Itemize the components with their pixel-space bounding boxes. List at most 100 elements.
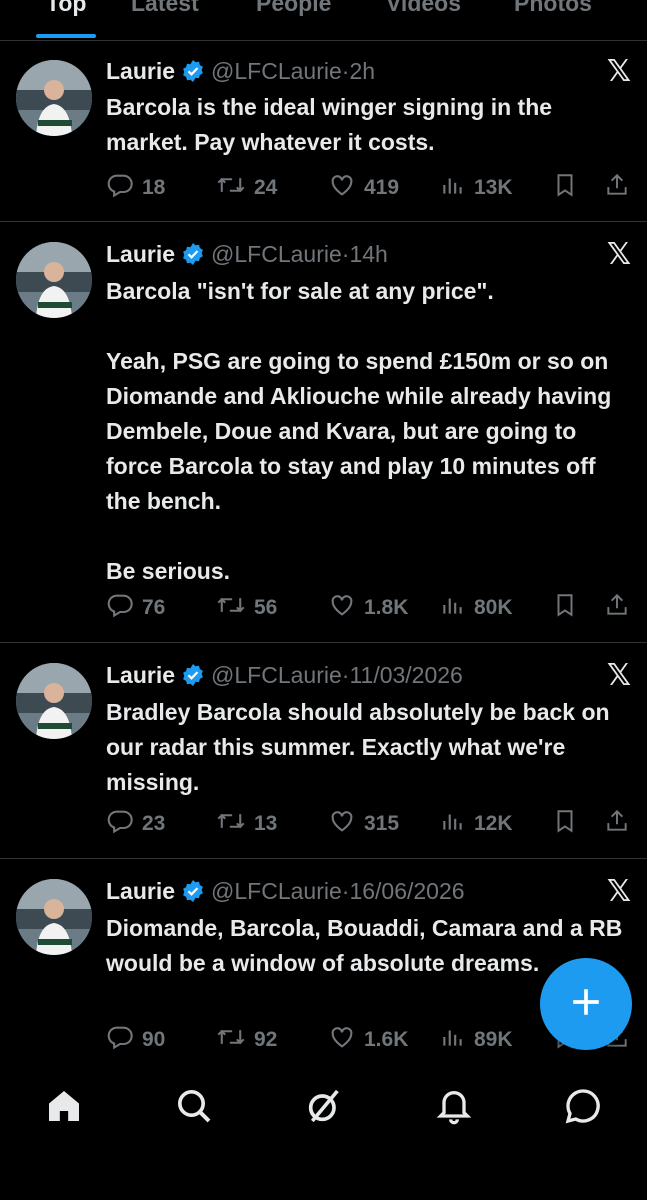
author-handle[interactable]: @LFCLaurie: [211, 878, 342, 904]
bell-icon: [434, 1091, 474, 1130]
tweet-header: Laurie @LFCLaurie·2h: [106, 57, 375, 89]
retweet-count: 56: [254, 596, 278, 619]
tweet[interactable]: Laurie @LFCLaurie·11/03/2026 𝕏 Bradley Ba…: [0, 643, 647, 859]
views-button[interactable]: 12K: [440, 807, 513, 841]
tweet-text: Barcola is the ideal winger signing in t…: [106, 94, 559, 155]
reply-count: 18: [142, 176, 166, 199]
tweet[interactable]: Laurie @LFCLaurie·14h 𝕏 Barcola "isn't fo…: [0, 222, 647, 643]
retweet-button[interactable]: 92: [216, 1023, 277, 1057]
retweet-icon: [216, 591, 254, 625]
nav-notifications[interactable]: [434, 1086, 474, 1131]
heart-icon: [328, 591, 364, 625]
author-name[interactable]: Laurie: [106, 58, 175, 84]
tweet-actions: 76 56 1.8K 80K: [106, 591, 631, 623]
views-button[interactable]: 13K: [440, 171, 513, 205]
nav-home[interactable]: [44, 1086, 84, 1131]
share-button[interactable]: [604, 591, 638, 625]
reply-icon: [106, 807, 142, 841]
views-count: 13K: [474, 176, 513, 199]
views-icon: [440, 807, 474, 841]
avatar[interactable]: [16, 242, 92, 318]
reply-button[interactable]: 76: [106, 591, 165, 625]
share-button[interactable]: [604, 171, 638, 205]
views-button[interactable]: 80K: [440, 591, 513, 625]
author-handle[interactable]: @LFCLaurie: [211, 662, 342, 688]
compose-post-button[interactable]: [540, 958, 632, 1050]
search-tabs: Top Latest People Videos Photos: [0, 0, 647, 41]
like-button[interactable]: 419: [328, 171, 399, 205]
tab-people[interactable]: People: [256, 0, 331, 17]
like-button[interactable]: 1.6K: [328, 1023, 408, 1057]
like-count: 1.8K: [364, 596, 409, 619]
home-icon: [44, 1091, 84, 1130]
nav-messages[interactable]: [563, 1086, 603, 1131]
x-logo-icon: 𝕏: [606, 658, 631, 693]
x-logo-icon: 𝕏: [606, 874, 631, 909]
retweet-count: 24: [254, 176, 278, 199]
heart-icon: [328, 171, 364, 205]
tab-videos[interactable]: Videos: [386, 0, 461, 17]
nav-grok[interactable]: [304, 1086, 344, 1131]
author-name[interactable]: Laurie: [106, 878, 175, 904]
x-logo-icon: 𝕏: [606, 54, 631, 89]
reply-icon: [106, 1023, 142, 1057]
avatar[interactable]: [16, 879, 92, 955]
nav-search[interactable]: [174, 1086, 214, 1131]
heart-icon: [328, 1023, 364, 1057]
views-button[interactable]: 89K: [440, 1023, 513, 1057]
reply-count: 76: [142, 596, 166, 619]
tweet-timestamp[interactable]: 2h: [349, 58, 375, 84]
bookmark-icon: [552, 807, 586, 841]
tweet-timestamp[interactable]: 11/03/2026: [349, 662, 462, 688]
reply-button[interactable]: 18: [106, 171, 165, 205]
like-button[interactable]: 315: [328, 807, 399, 841]
author-name[interactable]: Laurie: [106, 662, 175, 688]
views-count: 80K: [474, 596, 513, 619]
tab-top[interactable]: Top: [46, 0, 86, 17]
x-logo-icon: 𝕏: [606, 237, 631, 272]
bookmark-button[interactable]: [552, 807, 586, 841]
tweet-timestamp[interactable]: 16/06/2026: [349, 878, 464, 904]
reply-icon: [106, 171, 142, 205]
tab-latest[interactable]: Latest: [131, 0, 199, 17]
tab-photos[interactable]: Photos: [514, 0, 592, 17]
active-tab-indicator: [36, 34, 96, 38]
views-icon: [440, 171, 474, 205]
reply-count: 90: [142, 1028, 166, 1051]
heart-icon: [328, 807, 364, 841]
reply-button[interactable]: 23: [106, 807, 165, 841]
tweet-header: Laurie @LFCLaurie·11/03/2026: [106, 661, 463, 693]
retweet-icon: [216, 1023, 254, 1057]
tweet[interactable]: Laurie @LFCLaurie·16/06/2026 𝕏 Diomande, …: [0, 859, 647, 1069]
share-icon: [604, 591, 638, 625]
author-handle[interactable]: @LFCLaurie: [211, 58, 342, 84]
like-count: 419: [364, 176, 400, 199]
avatar[interactable]: [16, 663, 92, 739]
bookmark-button[interactable]: [552, 591, 586, 625]
reply-button[interactable]: 90: [106, 1023, 165, 1057]
retweet-count: 13: [254, 812, 278, 835]
messages-icon: [563, 1089, 603, 1130]
tweet[interactable]: Laurie @LFCLaurie·2h 𝕏 Barcola is the ide…: [0, 40, 647, 222]
tweet-text: Bradley Barcola should absolutely be bac…: [106, 699, 616, 795]
bookmark-icon: [552, 591, 586, 625]
bookmark-icon: [552, 171, 586, 205]
author-handle[interactable]: @LFCLaurie: [211, 241, 342, 267]
share-button[interactable]: [604, 807, 638, 841]
views-count: 12K: [474, 812, 513, 835]
retweet-button[interactable]: 24: [216, 171, 277, 205]
tweet-text: Diomande, Barcola, Bouaddi, Camara and a…: [106, 915, 629, 976]
tweet-actions: 23 13 315 12K: [106, 807, 631, 839]
retweet-button[interactable]: 13: [216, 807, 277, 841]
search-icon: [174, 1090, 214, 1130]
avatar[interactable]: [16, 60, 92, 136]
retweet-icon: [216, 807, 254, 841]
like-button[interactable]: 1.8K: [328, 591, 408, 625]
author-name[interactable]: Laurie: [106, 241, 175, 267]
retweet-button[interactable]: 56: [216, 591, 277, 625]
like-count: 315: [364, 812, 400, 835]
tweet-timestamp[interactable]: 14h: [349, 241, 387, 267]
bookmark-button[interactable]: [552, 171, 586, 205]
verified-badge-icon: [181, 663, 205, 693]
retweet-count: 92: [254, 1028, 278, 1051]
